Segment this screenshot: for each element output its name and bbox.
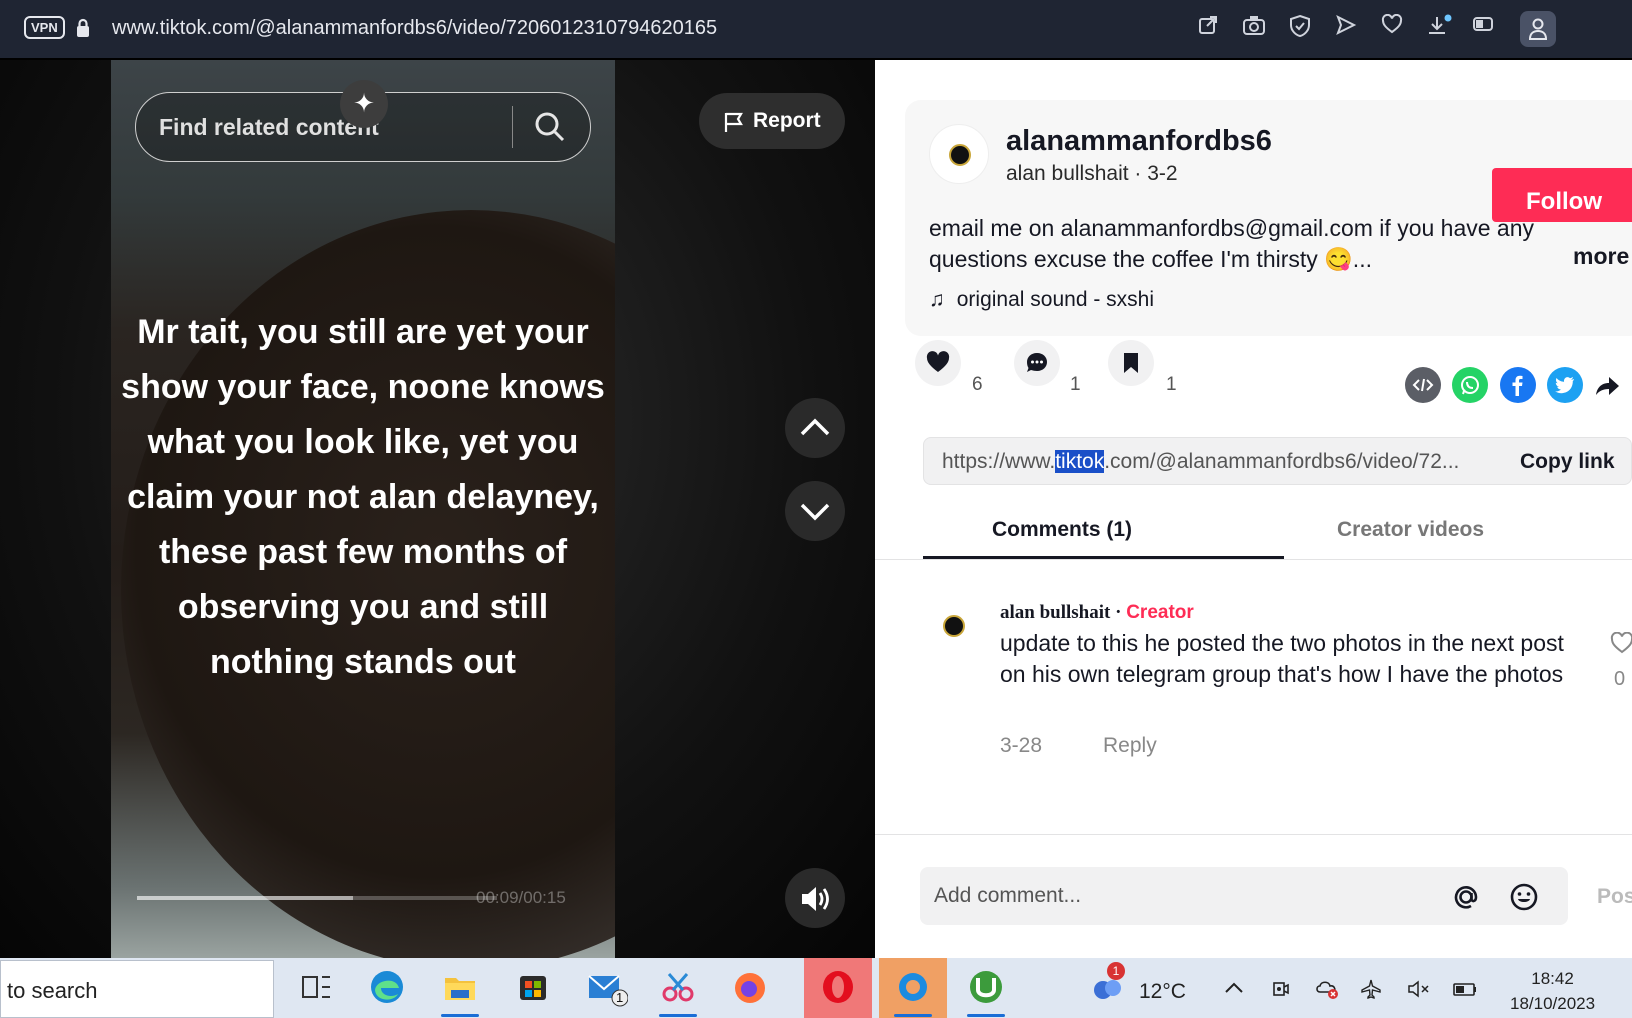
edge-icon[interactable] [364,964,410,1010]
music-title: original sound - sxshi [956,288,1155,311]
previous-video-button[interactable] [785,398,845,458]
share-link[interactable]: https://www.tiktok.com/@alanammanfordbs6… [942,450,1487,474]
twitter-button[interactable] [1547,367,1583,403]
video-time: 00:09/00:15 [476,888,566,907]
whatsapp-button[interactable] [1452,367,1488,403]
post-comment-button[interactable]: Post [1597,885,1632,909]
browser-active-icon[interactable] [890,964,936,1017]
post-description: email me on alanammanfordbs@gmail.com if… [929,215,1535,272]
post-info-card: alanammanfordbs6 alan bullshait · 3-2 Fo… [905,100,1632,336]
opera-icon[interactable] [815,964,861,1010]
comment-button[interactable] [1014,340,1060,386]
battery-icon[interactable] [1452,978,1478,1006]
system-clock[interactable]: 18:42 18/10/2023 [1510,966,1595,1016]
music-link[interactable]: ♫ original sound - sxshi [929,288,1154,312]
sparkle-icon[interactable]: ✦ [340,80,388,128]
send-icon[interactable] [1334,14,1358,40]
add-comment-field[interactable]: Add comment... [920,867,1568,925]
heart-icon[interactable] [1380,13,1404,40]
meet-icon[interactable] [1270,978,1292,1006]
next-video-button[interactable] [785,481,845,541]
share-link-box: https://www.tiktok.com/@alanammanfordbs6… [923,437,1632,485]
share-icon[interactable] [1196,14,1220,40]
like-count: 6 [972,374,983,395]
utorrent-icon[interactable] [963,964,1009,1017]
save-button[interactable] [1108,340,1154,386]
comment-like-icon[interactable] [1610,632,1632,654]
onedrive-error-icon[interactable] [1315,978,1341,1006]
camera-icon[interactable] [1242,14,1266,40]
taskbar: to search 1 1 12°C 18:42 18/10/2023 [0,958,1632,1018]
chevron-up-icon[interactable] [1224,978,1244,1001]
panel-tabs: Comments (1) Creator videos [875,508,1632,560]
avatar[interactable] [929,124,989,184]
comment-avatar[interactable] [932,600,976,654]
author-subline: alan bullshait · 3-2 [1006,162,1178,185]
embed-button[interactable] [1405,367,1441,403]
whatsapp-icon [1461,376,1479,395]
save-count: 1 [1166,374,1177,395]
firefox-icon[interactable] [727,964,773,1010]
lock-icon [77,18,89,37]
mail-icon[interactable]: 1 [582,964,629,1010]
volume-button[interactable] [785,868,845,928]
facebook-button[interactable] [1500,367,1536,403]
snipping-tool-icon[interactable] [655,964,701,1017]
more-button[interactable]: more [1573,243,1629,270]
profile-icon [1528,18,1548,40]
tab-comments[interactable]: Comments (1) [992,518,1132,542]
battery-icon[interactable] [1472,14,1496,40]
mention-icon[interactable] [1450,881,1482,913]
chevron-up-icon [800,418,830,436]
creator-badge: Creator [1126,602,1194,623]
comment-date: 3-28 [1000,734,1043,757]
weather-temp: 12°C [1139,980,1186,1003]
task-view-icon[interactable] [294,964,340,1010]
profile-button[interactable] [1520,11,1556,47]
comment-text: update to this he posted the two photos … [1000,630,1564,687]
forward-share-icon[interactable] [1595,375,1621,397]
report-button[interactable]: Report [699,93,845,149]
facebook-icon [1512,375,1523,396]
download-icon[interactable] [1426,14,1452,40]
weather-icon[interactable]: 1 [1085,962,1131,1010]
search-icon[interactable] [534,111,566,143]
address-bar[interactable]: www.tiktok.com/@alanammanfordbs6/video/7… [112,17,717,40]
twitter-icon [1555,377,1574,394]
bookmark-icon [1124,353,1138,373]
embed-icon [1412,378,1434,392]
file-explorer-icon[interactable] [437,964,483,1017]
clock-time: 18:42 [1531,969,1574,988]
emoji-icon[interactable] [1508,881,1540,913]
tab-creator-videos[interactable]: Creator videos [1337,518,1484,542]
clock-date: 18/10/2023 [1510,994,1596,1013]
flag-icon [724,112,743,132]
mail-badge: 1 [616,990,624,1005]
comment-like-count: 0 [1614,668,1626,690]
speaker-icon [802,887,829,911]
taskbar-search[interactable]: to search [0,960,274,1018]
copy-link-button[interactable]: Copy link [1520,450,1615,474]
comment-icon [1027,353,1047,372]
reply-button[interactable]: Reply [1103,734,1157,758]
comment-count: 1 [1070,374,1081,395]
report-label: Report [753,109,821,132]
video-caption-overlay: Mr tait, you still are yet your show you… [121,313,605,681]
music-note-icon: ♫ [929,288,945,311]
volume-muted-icon[interactable] [1407,978,1431,1006]
comment-author[interactable]: alan bullshait · Creator [1000,602,1194,624]
vpn-badge[interactable]: VPN [24,16,65,39]
browser-toolbar: VPN www.tiktok.com/@alanammanfordbs6/vid… [0,0,1632,58]
username[interactable]: alanammanfordbs6 [1006,125,1272,158]
store-icon[interactable] [510,964,556,1010]
heart-icon [926,351,950,372]
like-button[interactable] [915,340,961,386]
weather-badge: 1 [1107,962,1125,980]
shield-icon[interactable] [1288,14,1312,40]
add-comment-placeholder: Add comment... [934,884,1082,907]
airplane-icon[interactable] [1360,978,1382,1006]
video-progress-bar[interactable] [137,896,497,900]
chevron-down-icon [800,503,830,521]
